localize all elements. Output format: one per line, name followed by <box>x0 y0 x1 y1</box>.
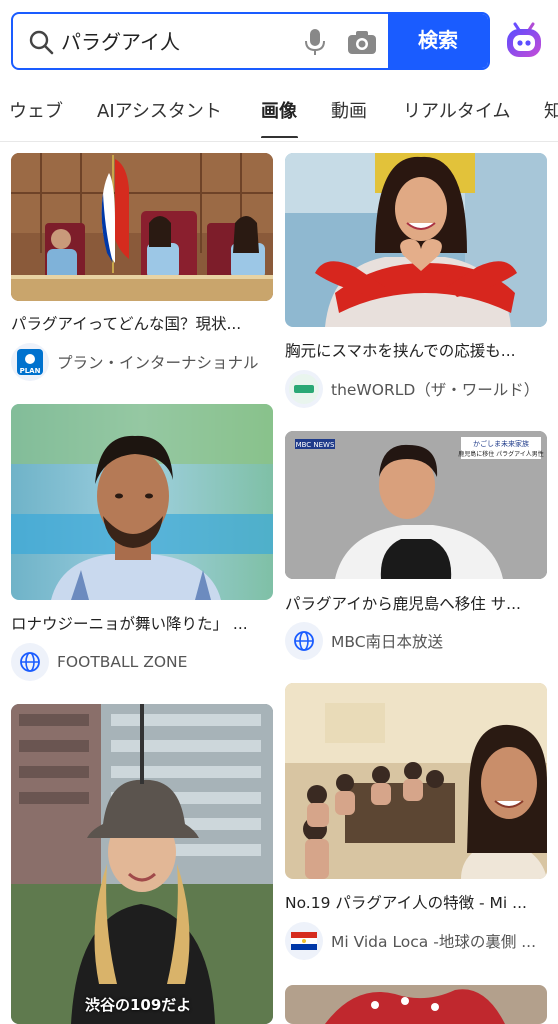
result-source[interactable]: MBC南日本放送 <box>285 621 547 661</box>
plan-international-logo: PLAN <box>11 343 49 381</box>
result-title[interactable]: パラグアイから鹿児島へ移住 サ... <box>285 593 547 615</box>
result-title[interactable]: 胸元にスマホを挟んでの応援も... <box>285 340 547 362</box>
caption-sub: かごしま未来家族 <box>473 439 529 448</box>
result-title[interactable]: パラグアイってどんな国？現状... <box>11 313 273 335</box>
image-result-card[interactable]: No.19 パラグアイ人の特徴 - Mi ... Mi Vida Loca -地… <box>285 683 547 965</box>
result-image[interactable]: MBC NEWS かごしま未来家族 鹿児島に移住 パラグアイ人男性 <box>285 431 547 579</box>
tab-web[interactable]: ウェブ <box>9 100 63 124</box>
theworld-logo <box>285 370 323 408</box>
news-channel-tag: MBC NEWS <box>296 441 335 449</box>
svg-text:PLAN: PLAN <box>20 367 41 375</box>
search-icon <box>29 30 54 55</box>
tabs-divider <box>0 141 558 142</box>
source-name: FOOTBALL ZONE <box>57 653 188 671</box>
image-result-card[interactable]: 胸元にスマホを挟んでの応援も... theWORLD（ザ・ワールド） <box>285 153 547 409</box>
result-image[interactable] <box>285 683 547 879</box>
source-name: theWORLD（ザ・ワールド） <box>331 381 540 399</box>
search-input[interactable]: パラグアイ人 <box>61 27 180 57</box>
image-result-card[interactable]: パラグアイってどんな国？現状... PLAN プラン・インターナショナル <box>11 153 273 383</box>
source-name: プラン・インターナショナル <box>57 354 259 372</box>
image-result-card[interactable]: ロナウジーニョが舞い降りた」 ... FOOTBALL ZONE <box>11 404 273 686</box>
result-source[interactable]: theWORLD（ザ・ワールド） <box>285 369 547 409</box>
tab-realtime[interactable]: リアルタイム <box>403 100 510 124</box>
search-button[interactable]: 検索 <box>388 14 488 68</box>
result-image[interactable] <box>11 704 273 1024</box>
paraguay-flag-icon <box>285 922 323 960</box>
caption-main: 鹿児島に移住 パラグアイ人男性 <box>458 450 544 458</box>
source-name: MBC南日本放送 <box>331 633 444 651</box>
result-image[interactable] <box>11 153 273 301</box>
image-result-card[interactable] <box>285 985 547 1024</box>
result-source[interactable]: PLAN プラン・インターナショナル <box>11 342 273 382</box>
result-image[interactable] <box>285 985 547 1024</box>
result-source[interactable]: Mi Vida Loca -地球の裏側 ... <box>285 921 547 961</box>
result-image[interactable] <box>11 404 273 600</box>
microphone-icon[interactable] <box>303 27 327 57</box>
image-result-card[interactable]: 渋谷の109だよ <box>11 704 273 1024</box>
image-overlay-caption: 渋谷の109だよ <box>85 996 192 1014</box>
result-title[interactable]: ロナウジーニョが舞い降りた」 ... <box>11 613 273 635</box>
globe-icon <box>11 643 49 681</box>
tab-videos[interactable]: 動画 <box>331 100 367 124</box>
active-tab-indicator <box>261 136 298 138</box>
ai-assistant-icon[interactable] <box>504 20 544 60</box>
image-result-card[interactable]: MBC NEWS かごしま未来家族 鹿児島に移住 パラグアイ人男性 パラグアイか… <box>285 431 547 663</box>
tab-images[interactable]: 画像 <box>261 100 297 124</box>
source-name: Mi Vida Loca -地球の裏側 ... <box>331 933 537 951</box>
result-source[interactable]: FOOTBALL ZONE <box>11 642 273 682</box>
tab-knowledge[interactable]: 知 <box>544 100 558 124</box>
search-tabs: ウェブ AIアシスタント 画像 動画 リアルタイム 知 <box>0 92 558 138</box>
globe-icon <box>285 622 323 660</box>
tab-ai-assistant[interactable]: AIアシスタント <box>97 100 222 124</box>
search-bar[interactable]: パラグアイ人 検索 <box>11 12 490 70</box>
result-title[interactable]: No.19 パラグアイ人の特徴 - Mi ... <box>285 892 547 914</box>
result-image[interactable] <box>285 153 547 327</box>
camera-icon[interactable] <box>347 29 377 55</box>
